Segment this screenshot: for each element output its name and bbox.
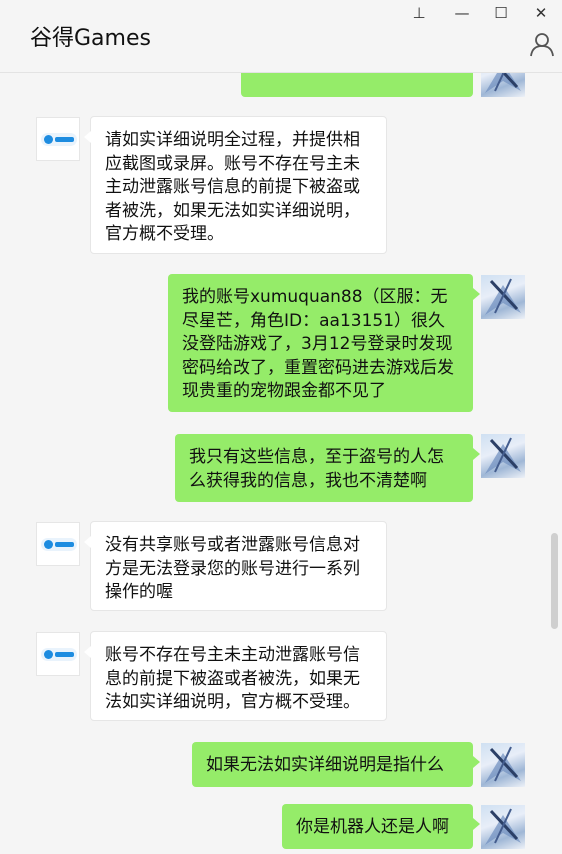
message-bubble: 就是你们不管盗号的人吗 xyxy=(241,73,473,97)
chat-title: 谷得Games xyxy=(30,26,151,51)
person-icon[interactable] xyxy=(529,31,555,57)
user-avatar[interactable] xyxy=(481,275,525,319)
message-bubble: 没有共享账号或者泄露账号信息对方是无法登录您的账号进行一系列操作的喔 xyxy=(84,521,387,611)
message-bubble: 你是机器人还是人啊 xyxy=(282,804,480,849)
gude-logo-icon xyxy=(41,648,77,661)
message-bubble: 如果无法如实详细说明是指什么 xyxy=(192,742,480,787)
maximize-button[interactable]: ☐ xyxy=(490,2,512,24)
message-bubble: 我的账号xumuquan88（区服：无尽星芒，角色ID：aa13151）很久没登… xyxy=(168,274,480,412)
gude-logo-icon xyxy=(41,538,77,551)
user-avatar[interactable] xyxy=(481,743,525,787)
user-avatar[interactable] xyxy=(481,434,525,478)
chat-area[interactable]: 就是你们不管盗号的人吗 请如实详细说明全过程，并提供相应截图或录屏。账号不存在号… xyxy=(0,73,562,854)
service-avatar[interactable] xyxy=(36,117,80,161)
scrollbar-thumb[interactable] xyxy=(551,533,558,629)
user-avatar[interactable] xyxy=(481,805,525,849)
service-avatar[interactable] xyxy=(36,522,80,566)
title-bar: 谷得Games ⊥ — ☐ ✕ xyxy=(0,0,562,73)
message-bubble: 账号不存在号主未主动泄露账号信息的前提下被盗或者被洗，如果无法如实详细说明，官方… xyxy=(84,631,387,721)
message-bubble: 请如实详细说明全过程，并提供相应截图或录屏。账号不存在号主未主动泄露账号信息的前… xyxy=(84,116,387,254)
gude-logo-icon xyxy=(41,133,77,146)
minimize-button[interactable]: — xyxy=(451,2,473,24)
close-button[interactable]: ✕ xyxy=(530,2,552,24)
user-avatar[interactable] xyxy=(481,73,525,97)
message-bubble: 我只有这些信息，至于盗号的人怎么获得我的信息，我也不清楚啊 xyxy=(175,434,480,502)
service-avatar[interactable] xyxy=(36,632,80,676)
pin-icon[interactable]: ⊥ xyxy=(408,2,430,24)
